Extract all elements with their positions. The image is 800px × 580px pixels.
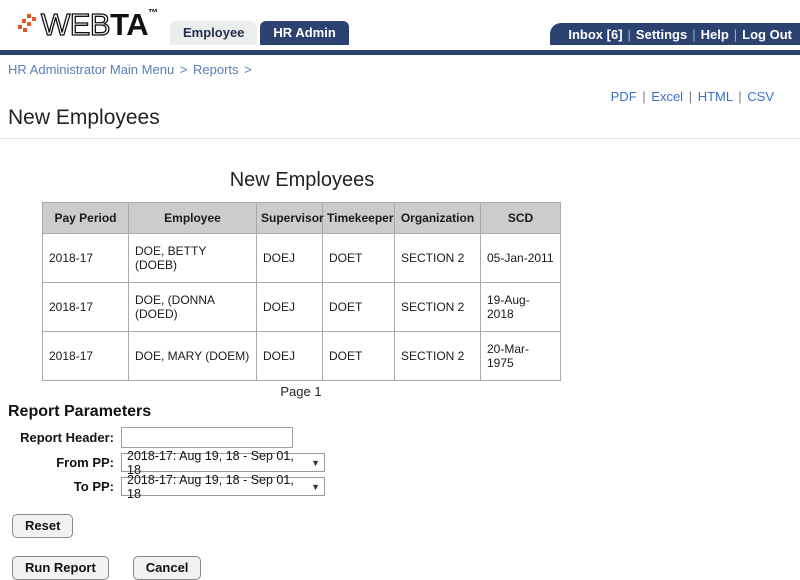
cell-employee: DOE, MARY (DOEM) [128,331,257,381]
title-divider [0,138,800,139]
top-navigation: Inbox [6] | Settings | Help | Log Out [550,23,800,45]
cell-pay-period: 2018-17 [42,331,129,381]
nav-separator: | [733,26,738,42]
param-row-report-header: Report Header: [8,427,800,448]
table-row: 2018-17 DOE, BETTY (DOEB) DOEJ DOET SECT… [42,233,561,283]
export-csv-link[interactable]: CSV [747,89,774,104]
cell-timekeeper: DOET [322,282,395,332]
page-title: New Employees [8,106,160,129]
column-header-timekeeper: Timekeeper [322,202,395,234]
cell-employee: DOE, BETTY (DOEB) [128,233,257,283]
cell-timekeeper: DOET [322,331,395,381]
breadcrumb-item-main-menu[interactable]: HR Administrator Main Menu [8,62,174,77]
cell-scd: 05-Jan-2011 [480,233,561,283]
export-links: PDF | Excel | HTML | CSV [0,89,800,104]
report-parameters-section: Report Parameters Report Header: From PP… [0,403,800,501]
webta-logo: WEB TA ™ [18,6,159,42]
cell-pay-period: 2018-17 [42,282,129,332]
from-pp-select[interactable]: 2018-17: Aug 19, 18 - Sep 01, 18 ▼ [121,449,325,477]
cell-pay-period: 2018-17 [42,233,129,283]
breadcrumb-separator: > [244,62,252,77]
export-excel-link[interactable]: Excel [651,89,683,104]
logo-text-ta: TA [110,7,149,42]
cell-organization: SECTION 2 [394,282,481,332]
logo-text-web: WEB [40,7,111,42]
nav-inbox[interactable]: Inbox [6] [568,27,622,42]
reset-button-row: Reset [0,514,800,538]
export-separator: | [688,89,693,104]
logo-dots-icon [18,13,40,37]
breadcrumb-separator: > [179,62,188,77]
to-pp-selected-value: 2018-17: Aug 19, 18 - Sep 01, 18 [127,472,294,501]
table-header-row: Pay Period Employee Supervisor Timekeepe… [42,202,561,234]
nav-separator: | [692,26,696,42]
action-button-row: Run Report Cancel [0,556,800,580]
breadcrumb-item-reports[interactable]: Reports [193,62,239,77]
param-row-to-pp: To PP: 2018-17: Aug 19, 18 - Sep 01, 18 … [8,473,800,501]
export-html-link[interactable]: HTML [698,89,733,104]
report-header-label: Report Header: [20,430,114,445]
chevron-down-icon: ▼ [311,457,320,468]
report-page-number: Page 1 [280,384,322,399]
tab-employee[interactable]: Employee [170,21,258,45]
export-separator: | [642,89,646,104]
column-header-scd: SCD [480,202,561,234]
cell-supervisor: DOEJ [256,331,323,381]
cell-supervisor: DOEJ [256,233,323,283]
main-tabs: Employee HR Admin [170,21,349,45]
to-pp-select[interactable]: 2018-17: Aug 19, 18 - Sep 01, 18 ▼ [121,473,325,501]
column-header-organization: Organization [394,202,481,234]
breadcrumb: HR Administrator Main Menu > Reports > [0,55,800,83]
nav-log-out[interactable]: Log Out [742,27,792,42]
cell-employee: DOE, (DONNA (DOED) [128,282,257,332]
logo-trademark: ™ [148,8,159,19]
cancel-button[interactable]: Cancel [132,556,202,580]
reset-button[interactable]: Reset [12,514,74,538]
cell-scd: 20-Mar-1975 [480,331,561,381]
from-pp-label: From PP: [56,455,114,470]
chevron-down-icon: ▼ [311,481,320,492]
to-pp-label: To PP: [73,479,114,494]
report-parameters-heading: Report Parameters [8,403,152,420]
cell-supervisor: DOEJ [256,282,323,332]
tab-hr-admin[interactable]: HR Admin [260,21,349,45]
column-header-supervisor: Supervisor [256,202,324,234]
report-area: New Employees Pay Period Employee Superv… [0,169,800,399]
cell-organization: SECTION 2 [394,233,481,283]
column-header-pay-period: Pay Period [42,202,129,234]
param-row-from-pp: From PP: 2018-17: Aug 19, 18 - Sep 01, 1… [8,449,800,477]
export-separator: | [738,89,742,104]
new-employees-table: Pay Period Employee Supervisor Timekeepe… [42,202,561,381]
table-row: 2018-17 DOE, MARY (DOEM) DOEJ DOET SECTI… [42,331,561,381]
nav-settings[interactable]: Settings [636,27,687,42]
cell-organization: SECTION 2 [394,331,481,381]
cell-scd: 19-Aug-2018 [480,282,561,332]
nav-help[interactable]: Help [701,27,729,42]
run-report-button[interactable]: Run Report [12,556,109,580]
report-header-input[interactable] [121,427,293,448]
table-row: 2018-17 DOE, (DONNA (DOED) DOEJ DOET SEC… [42,282,561,332]
export-pdf-link[interactable]: PDF [611,89,637,104]
nav-separator: | [627,26,631,42]
cell-timekeeper: DOET [322,233,395,283]
report-title: New Employees [229,169,375,191]
column-header-employee: Employee [128,202,257,234]
app-header: WEB TA ™ Employee HR Admin Inbox [6] | S… [0,0,800,50]
